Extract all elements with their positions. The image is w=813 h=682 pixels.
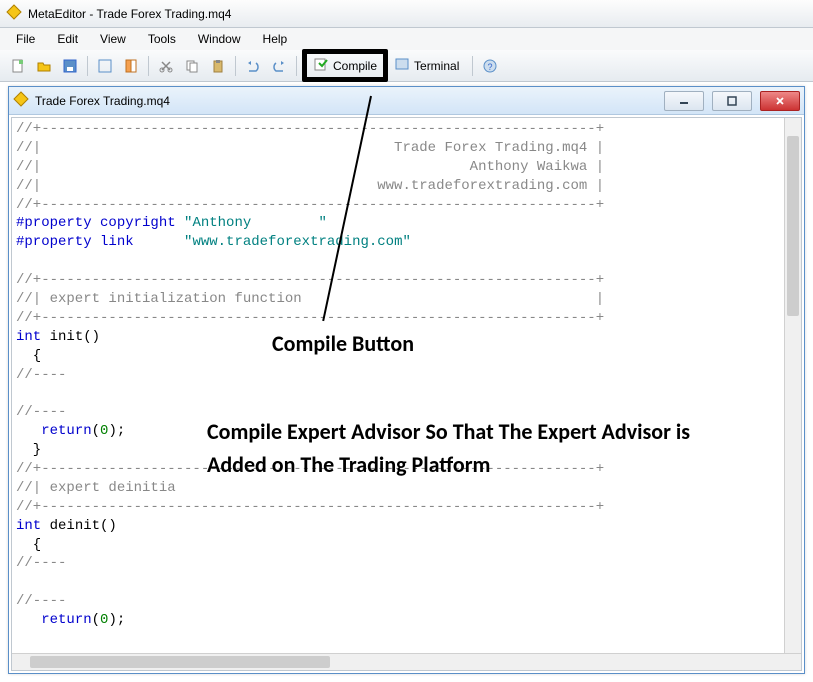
file-icon — [13, 91, 29, 110]
cut-button[interactable] — [154, 54, 178, 78]
toolbar-separator — [235, 56, 236, 76]
toolbar-separator — [472, 56, 473, 76]
menubar: File Edit View Tools Window Help — [0, 28, 813, 50]
undo-button[interactable] — [241, 54, 265, 78]
save-button[interactable] — [58, 54, 82, 78]
annotation-title: Compile Button — [272, 330, 414, 357]
app-title: MetaEditor - Trade Forex Trading.mq4 — [28, 7, 231, 21]
code-content: //+-------------------------------------… — [12, 118, 608, 632]
compile-label: Compile — [333, 59, 377, 73]
scrollbar-thumb[interactable] — [30, 656, 330, 668]
new-file-button[interactable] — [6, 54, 30, 78]
app-icon — [6, 4, 22, 23]
menu-edit[interactable]: Edit — [47, 30, 88, 48]
navigator-button[interactable] — [119, 54, 143, 78]
toolbar-separator — [148, 56, 149, 76]
code-editor[interactable]: //+-------------------------------------… — [11, 117, 802, 671]
toolbar: Compile Terminal ? — [0, 50, 813, 82]
terminal-button[interactable]: Terminal — [390, 54, 467, 78]
scrollbar-thumb[interactable] — [787, 136, 799, 316]
copy-button[interactable] — [180, 54, 204, 78]
app-titlebar: MetaEditor - Trade Forex Trading.mq4 — [0, 0, 813, 28]
child-titlebar: Trade Forex Trading.mq4 — [9, 87, 804, 115]
vertical-scrollbar[interactable] — [784, 118, 801, 653]
paste-button[interactable] — [206, 54, 230, 78]
maximize-button[interactable] — [712, 91, 752, 111]
open-file-button[interactable] — [32, 54, 56, 78]
toolbar-separator — [296, 56, 297, 76]
menu-window[interactable]: Window — [188, 30, 251, 48]
horizontal-scrollbar[interactable] — [12, 653, 801, 670]
editor-area: Trade Forex Trading.mq4 //+-------------… — [8, 86, 805, 674]
toolbox-button[interactable] — [93, 54, 117, 78]
annotation-body: Compile Expert Advisor So That The Exper… — [207, 415, 707, 481]
compile-button[interactable]: Compile — [302, 49, 388, 82]
menu-help[interactable]: Help — [253, 30, 298, 48]
menu-view[interactable]: View — [90, 30, 136, 48]
terminal-label: Terminal — [414, 59, 459, 73]
minimize-button[interactable] — [664, 91, 704, 111]
close-button[interactable] — [760, 91, 800, 111]
redo-button[interactable] — [267, 54, 291, 78]
svg-text:?: ? — [488, 62, 493, 72]
help-button[interactable]: ? — [478, 54, 502, 78]
menu-tools[interactable]: Tools — [138, 30, 186, 48]
menu-file[interactable]: File — [6, 30, 45, 48]
compile-icon — [313, 56, 329, 75]
child-title: Trade Forex Trading.mq4 — [35, 94, 170, 108]
toolbar-separator — [87, 56, 88, 76]
child-window: Trade Forex Trading.mq4 //+-------------… — [8, 86, 805, 674]
terminal-icon — [394, 56, 410, 75]
